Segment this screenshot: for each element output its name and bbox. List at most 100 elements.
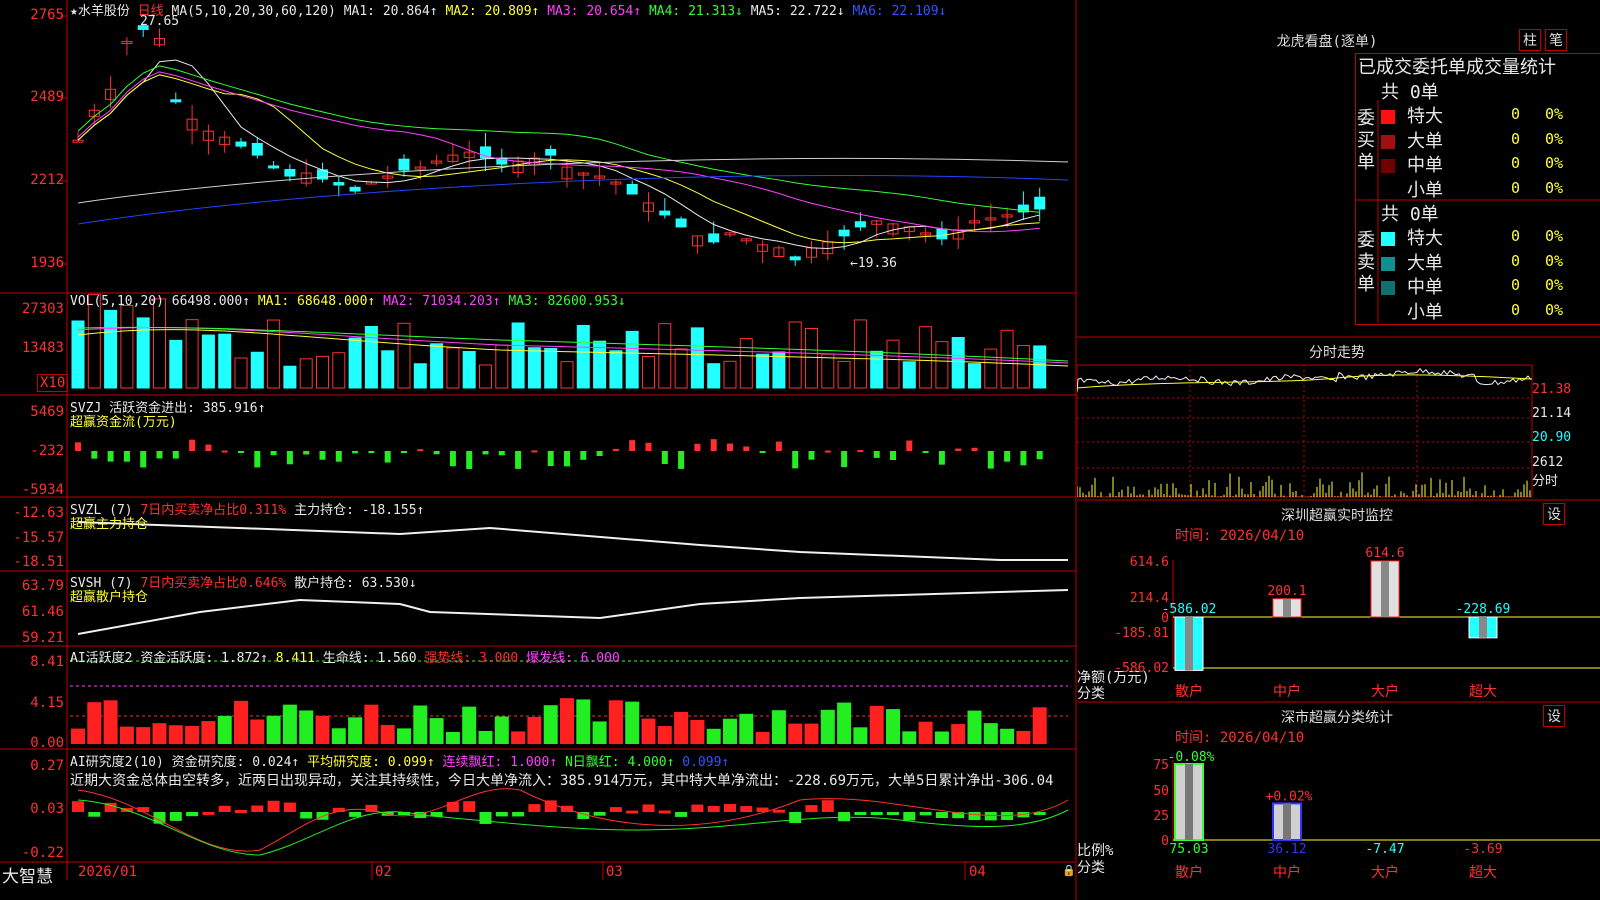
flow-bar xyxy=(352,451,359,454)
volume-bar xyxy=(332,352,346,389)
activity-bar xyxy=(234,700,248,744)
candle-body xyxy=(235,141,247,147)
activity-bar xyxy=(429,718,444,744)
research-bar xyxy=(919,812,932,816)
svsh-line xyxy=(77,589,1069,635)
research-bar xyxy=(349,812,362,817)
sz-xtick: 中户 xyxy=(1273,683,1301,700)
activity-bar xyxy=(902,731,917,744)
activity-bar xyxy=(413,705,428,744)
ma-line xyxy=(77,59,1040,249)
research-bar xyxy=(903,812,916,821)
volume-bar xyxy=(935,341,949,389)
candle-body xyxy=(349,186,361,192)
volume-bar xyxy=(120,304,134,389)
activity-bar xyxy=(641,718,656,744)
ma-value-1: MA2: 20.809↑ xyxy=(437,4,540,19)
research-bar xyxy=(609,807,622,812)
flow-bar xyxy=(433,451,440,455)
flow-bar xyxy=(727,443,733,451)
flow-bar xyxy=(319,451,326,460)
flow-bar xyxy=(368,451,375,453)
ai1-value-1: 8.411 xyxy=(267,651,315,666)
flow-bar xyxy=(221,450,228,453)
cls-bar-value: 36.12 xyxy=(1267,842,1306,857)
cls-bar-value: 75.03 xyxy=(1169,842,1208,857)
research-bar xyxy=(251,805,264,812)
svzl-tick: -15.57 xyxy=(13,530,64,546)
ma-value-2: MA3: 20.654↑ xyxy=(539,4,642,19)
sz-ytick: -185.81 xyxy=(1114,626,1169,641)
volume-bar xyxy=(870,350,884,389)
activity-bar xyxy=(136,727,151,744)
activity-bar xyxy=(315,715,330,744)
sz-bar-value: -586.02 xyxy=(1162,602,1217,617)
volume-bar xyxy=(250,351,264,389)
svsh-hold: 散户持仓: 63.530↓ xyxy=(294,576,417,591)
activity-bar xyxy=(560,698,574,744)
ai1-title: AI活跃度2 xyxy=(70,651,133,666)
activity-bar xyxy=(934,731,949,744)
volume-bar xyxy=(397,322,411,389)
price-tick: 2212 xyxy=(30,172,64,188)
activity-bar xyxy=(918,721,933,744)
volume-bar xyxy=(886,339,900,389)
activity-bar xyxy=(299,710,314,744)
ai2-commentary: 近期大资金总体由空转多，近两日出现异动，关注其持续性，今日大单净流入：385.9… xyxy=(70,773,1054,789)
flow-bar xyxy=(254,451,261,468)
flow-bar xyxy=(678,451,685,469)
activity-bar xyxy=(462,706,477,744)
svzj-tick: 5469 xyxy=(30,404,64,420)
ai2-value-3: N日飘红: 4.000↑ xyxy=(557,755,675,770)
research-bar xyxy=(935,812,948,818)
activity-bar xyxy=(103,700,118,744)
cls-ytick: 0 xyxy=(1161,834,1169,849)
flow-bar xyxy=(140,451,147,468)
activity-bar xyxy=(87,702,102,744)
volume-bar xyxy=(462,350,476,389)
ai2-tick: 0.27 xyxy=(30,758,64,774)
research-bar xyxy=(72,801,84,812)
flow-bar xyxy=(482,451,489,455)
vol-ma-value-1: MA2: 71034.203↑ xyxy=(375,294,501,309)
research-bar xyxy=(202,811,215,815)
vol-value: 66498.000↑ xyxy=(171,294,251,309)
flow-bar xyxy=(955,448,962,451)
activity-bar xyxy=(478,730,493,744)
ma-line xyxy=(77,71,1040,233)
volume-bar xyxy=(527,347,541,389)
research-bar xyxy=(658,810,671,814)
app-logo[interactable]: 大智慧 xyxy=(2,862,53,887)
stock-name[interactable]: ★水羊股份 xyxy=(70,4,130,19)
sz-bar-shade xyxy=(1381,561,1389,617)
lock-icon[interactable]: 🔒 xyxy=(1062,864,1076,877)
volume-bar xyxy=(316,355,329,389)
vol-tick: 13483 xyxy=(21,340,64,356)
flow-bar xyxy=(645,442,652,451)
volume-bar xyxy=(71,320,85,389)
research-bar xyxy=(479,812,492,824)
ai1-value-4: 爆发线: 6.000 xyxy=(518,651,620,666)
research-bar xyxy=(772,809,785,813)
volume-bar xyxy=(609,350,623,389)
activity-bar xyxy=(217,715,232,744)
ai2-title: AI研究度2(10) xyxy=(70,755,164,770)
flow-bar xyxy=(417,449,424,452)
price-tick: 2489 xyxy=(30,89,64,105)
volume-bar xyxy=(544,347,558,389)
activity-bar xyxy=(674,711,689,744)
research-red-line xyxy=(77,788,1069,852)
volume-bar xyxy=(576,324,590,389)
activity-bar xyxy=(527,716,542,744)
activity-bar xyxy=(494,716,509,744)
cls-bar-change: -0.08% xyxy=(1168,750,1215,765)
flow-bar xyxy=(841,451,848,468)
svzl-ratio: 7日内买卖净占比0.311% xyxy=(140,503,287,518)
ma-params: MA(5,10,20,30,60,120) xyxy=(171,4,336,19)
ai1-values: 资金活跃度: 1.872↑ 8.411 生命线: 1.560 强势线: 3.00… xyxy=(140,651,619,666)
activity-bar xyxy=(853,727,868,744)
svzj-tick: -232 xyxy=(30,443,64,459)
date-axis: 大智慧 2026/01 02 03 04 🔒 xyxy=(0,862,1076,887)
sz-bar-shade xyxy=(1185,617,1193,671)
flow-bar xyxy=(303,451,310,455)
